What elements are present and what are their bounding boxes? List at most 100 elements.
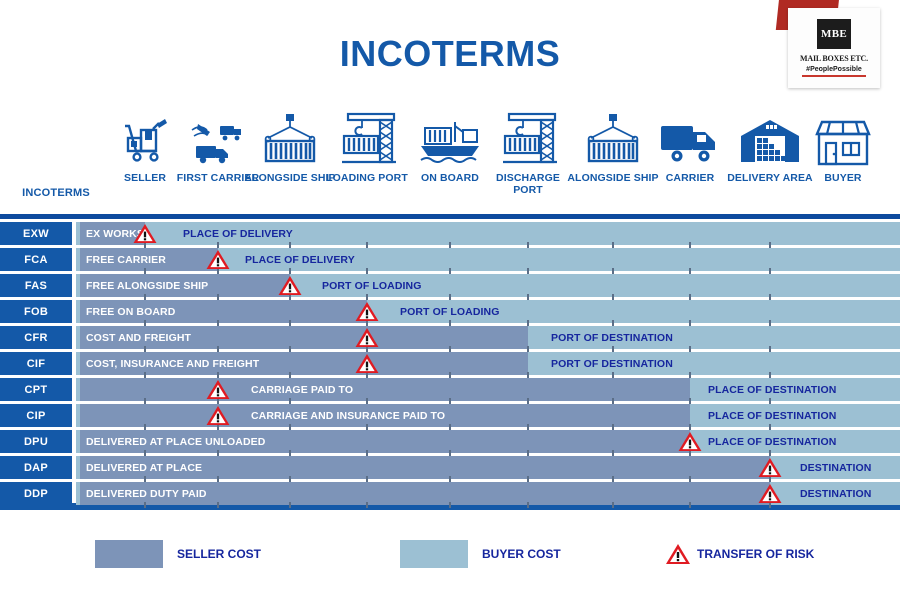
stage-loading-port: LOADING PORT <box>321 112 413 184</box>
incoterm-term-label: COST, INSURANCE AND FREIGHT <box>86 357 260 370</box>
incoterm-term-label: FREE ALONGSIDE SHIP <box>86 279 209 292</box>
stage-tick <box>689 502 691 508</box>
matrix-row: EXW EX WORKS PLACE OF DELIVERY <box>0 222 900 248</box>
incoterm-code-cif[interactable]: CIF <box>0 352 72 375</box>
warehouse-icon <box>739 112 801 166</box>
buyer-cost-swatch <box>400 540 468 568</box>
stage-header-row: INCOTERMS SELLER FIRST CARRIER ALONGSIDE… <box>0 112 900 204</box>
transfer-of-risk-icon <box>205 249 231 270</box>
delivery-place-label: PLACE OF DELIVERY <box>183 227 293 240</box>
stage-tick <box>217 502 219 508</box>
stage-tick <box>289 502 291 508</box>
matrix-row: DDP DELIVERED DUTY PAID DESTINATION <box>0 482 900 508</box>
incoterm-code-fob[interactable]: FOB <box>0 300 72 323</box>
incoterm-term-label: FREE ON BOARD <box>86 305 176 318</box>
incoterm-track: COST AND FREIGHT PORT OF DESTINATION <box>76 326 900 352</box>
incoterm-track: CARRIAGE AND INSURANCE PAID TO PLACE OF D… <box>76 404 900 430</box>
container-hook-icon <box>583 112 643 166</box>
incoterm-track: DELIVERED AT PLACE UNLOADED PLACE OF DEST… <box>76 430 900 456</box>
page-title: INCOTERMS <box>339 33 561 74</box>
incoterms-matrix: EXW EX WORKS PLACE OF DELIVERY FCA FREE CAR… <box>0 214 900 510</box>
legend-label: TRANSFER OF RISK <box>697 547 815 561</box>
stage-label: ON BOARD <box>421 172 479 184</box>
delivery-place-label: PLACE OF DESTINATION <box>708 409 837 422</box>
transfer-of-risk-icon <box>665 542 691 566</box>
stage-label: DISCHARGE PORT <box>496 172 560 196</box>
seller-cost-bar <box>80 378 690 401</box>
shop-icon <box>815 112 871 166</box>
stage-label: LOADING PORT <box>326 172 408 184</box>
delivery-place-label: PLACE OF DELIVERY <box>245 253 355 266</box>
matrix-row: DAP DELIVERED AT PLACE DESTINATION <box>0 456 900 482</box>
transfer-of-risk-icon <box>354 353 380 374</box>
incoterm-term-label: DELIVERED AT PLACE UNLOADED <box>86 435 266 448</box>
incoterm-code-cip[interactable]: CIP <box>0 404 72 427</box>
incoterm-term-label: CARRIAGE AND INSURANCE PAID TO <box>251 409 446 422</box>
incoterm-track: COST, INSURANCE AND FREIGHT PORT OF DESTI… <box>76 352 900 378</box>
stage-discharge-port: DISCHARGE PORT <box>482 112 574 196</box>
transfer-of-risk-icon <box>205 379 231 400</box>
transfer-of-risk-icon <box>277 275 303 296</box>
delivery-truck-icon <box>659 112 721 166</box>
delivery-place-label: PORT OF LOADING <box>322 279 422 292</box>
matrix-row: FAS FREE ALONGSIDE SHIP PORT OF LOADING <box>0 274 900 300</box>
delivery-place-label: DESTINATION <box>800 461 872 474</box>
incoterm-code-exw[interactable]: EXW <box>0 222 72 245</box>
incoterm-term-label: DELIVERED AT PLACE <box>86 461 203 474</box>
stage-tick <box>527 502 529 508</box>
matrix-row: FOB FREE ON BOARD PORT OF LOADING <box>0 300 900 326</box>
transfer-of-risk-icon <box>205 405 231 426</box>
legend-item: BUYER COST <box>400 538 561 570</box>
matrix-row: DPU DELIVERED AT PLACE UNLOADED PLACE OF D… <box>0 430 900 456</box>
incoterm-term-label: CARRIAGE PAID TO <box>251 383 354 396</box>
incoterm-code-cfr[interactable]: CFR <box>0 326 72 349</box>
stage-tick <box>366 502 368 508</box>
legend-item: SELLER COST <box>95 538 261 570</box>
matrix-row: CPT CARRIAGE PAID TO PLACE OF DESTINATION <box>0 378 900 404</box>
incoterm-code-cpt[interactable]: CPT <box>0 378 72 401</box>
transfer-of-risk-icon <box>677 431 703 452</box>
incoterm-track: CARRIAGE PAID TO PLACE OF DESTINATION <box>76 378 900 404</box>
incoterm-track: DELIVERED DUTY PAID DESTINATION <box>76 482 900 508</box>
seller-cost-swatch <box>95 540 163 568</box>
incoterm-code-dpu[interactable]: DPU <box>0 430 72 453</box>
stage-tick <box>449 502 451 508</box>
delivery-place-label: PLACE OF DESTINATION <box>708 383 837 396</box>
delivery-place-label: PORT OF DESTINATION <box>551 357 673 370</box>
incoterms-column-caption: INCOTERMS <box>22 187 90 199</box>
incoterm-term-label: DELIVERED DUTY PAID <box>86 487 207 500</box>
incoterm-track: FREE CARRIER PLACE OF DELIVERY <box>76 248 900 274</box>
matrix-row: CIP CARRIAGE AND INSURANCE PAID TO PLACE O… <box>0 404 900 430</box>
incoterm-code-ddp[interactable]: DDP <box>0 482 72 505</box>
stage-buyer: BUYER <box>797 112 889 184</box>
port-crane-icon <box>336 112 398 166</box>
port-crane-icon <box>497 112 559 166</box>
delivery-place-label: DESTINATION <box>800 487 872 500</box>
stage-carrier: CARRIER <box>644 112 736 184</box>
legend-label: BUYER COST <box>482 547 561 561</box>
transfer-of-risk-icon <box>132 223 158 244</box>
transfer-of-risk-icon <box>757 457 783 478</box>
stage-label: CARRIER <box>665 172 715 184</box>
incoterm-code-fas[interactable]: FAS <box>0 274 72 297</box>
transfer-of-risk-icon <box>757 483 783 504</box>
legend-label: SELLER COST <box>177 547 262 561</box>
matrix-row: CFR COST AND FREIGHT PORT OF DESTINATION <box>0 326 900 352</box>
cargo-ship-icon <box>419 112 481 166</box>
truck-plane-icon <box>190 112 246 166</box>
stage-label: BUYER <box>824 172 862 184</box>
matrix-top-rule <box>0 214 900 219</box>
logo-underline <box>802 75 866 77</box>
legend-item: TRANSFER OF RISK <box>665 538 814 570</box>
incoterm-track: DELIVERED AT PLACE DESTINATION <box>76 456 900 482</box>
incoterm-term-label: COST AND FREIGHT <box>86 331 192 344</box>
transfer-of-risk-icon <box>354 327 380 348</box>
incoterm-code-dap[interactable]: DAP <box>0 456 72 479</box>
matrix-row: CIF COST, INSURANCE AND FREIGHT PORT OF DE… <box>0 352 900 378</box>
incoterm-track: FREE ALONGSIDE SHIP PORT OF LOADING <box>76 274 900 300</box>
incoterm-track: EX WORKS PLACE OF DELIVERY <box>76 222 900 248</box>
incoterm-term-label: FREE CARRIER <box>86 253 166 266</box>
incoterm-track: FREE ON BOARD PORT OF LOADING <box>76 300 900 326</box>
matrix-row: FCA FREE CARRIER PLACE OF DELIVERY <box>0 248 900 274</box>
incoterm-code-fca[interactable]: FCA <box>0 248 72 271</box>
